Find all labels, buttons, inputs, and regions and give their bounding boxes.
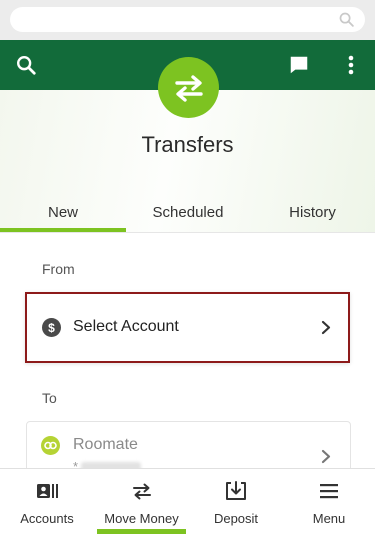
chat-icon[interactable] xyxy=(286,52,312,78)
deposit-icon xyxy=(225,480,247,502)
from-label: From xyxy=(42,261,75,277)
transfer-arrows-icon xyxy=(158,57,219,118)
browser-search-field[interactable] xyxy=(10,7,365,32)
tab-divider xyxy=(0,232,375,233)
tab-history[interactable]: History xyxy=(250,204,375,232)
dollar-icon: $ xyxy=(42,318,61,337)
select-from-account-button[interactable]: $ Select Account xyxy=(25,292,350,363)
nav-menu-label: Menu xyxy=(312,511,346,526)
nav-menu[interactable]: Menu xyxy=(283,469,375,535)
chevron-right-icon xyxy=(321,320,331,335)
nav-accounts[interactable]: Accounts xyxy=(0,469,94,535)
bottom-nav: Accounts Move Money Deposit Menu xyxy=(0,468,375,535)
tab-scheduled[interactable]: Scheduled xyxy=(126,204,250,232)
nav-deposit-label: Deposit xyxy=(213,511,259,526)
more-vert-icon[interactable] xyxy=(338,52,364,78)
to-account-name: Roomate xyxy=(73,436,138,453)
nav-move-money[interactable]: Move Money xyxy=(94,469,189,535)
to-label: To xyxy=(42,390,57,406)
link-icon xyxy=(41,436,60,455)
nav-move-money-label: Move Money xyxy=(104,511,179,526)
chevron-right-icon xyxy=(321,449,331,464)
nav-active-indicator xyxy=(97,529,186,534)
browser-search-icon[interactable] xyxy=(338,11,355,28)
move-money-icon xyxy=(132,480,152,502)
nav-deposit[interactable]: Deposit xyxy=(189,469,283,535)
nav-accounts-label: Accounts xyxy=(20,511,74,526)
search-icon[interactable] xyxy=(13,52,39,78)
from-account-placeholder: Select Account xyxy=(73,318,179,335)
browser-bar xyxy=(0,0,375,40)
accounts-icon xyxy=(36,480,58,502)
page-title: Transfers xyxy=(141,132,234,157)
menu-icon xyxy=(319,480,339,502)
